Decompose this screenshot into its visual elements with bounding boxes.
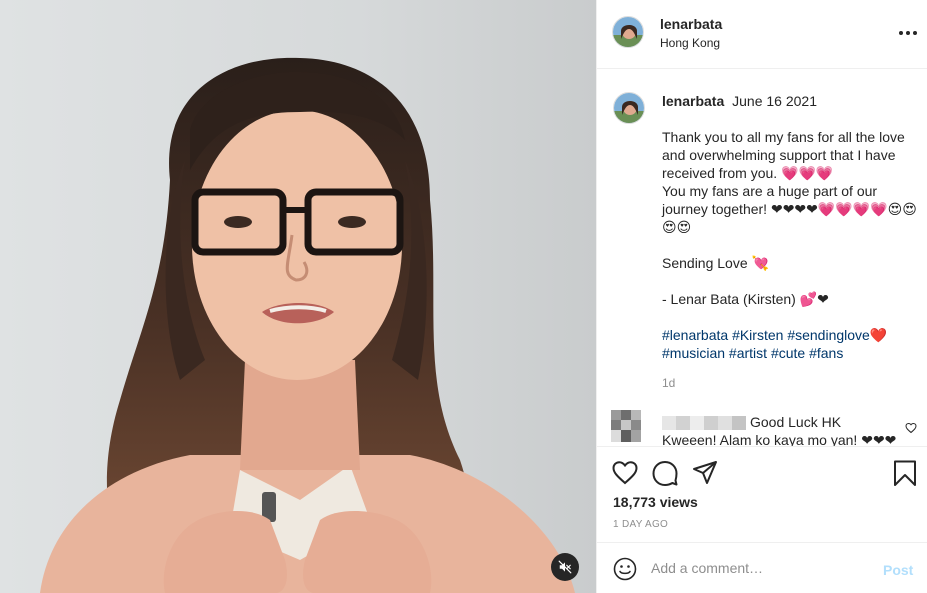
post-date: June 16 2021 (732, 93, 817, 109)
post-location[interactable]: Hong Kong (660, 36, 720, 50)
hashtag-list: #lenarbata #Kirsten #sendinglove❤️ #musi… (662, 326, 924, 362)
commenter-username-blurred[interactable] (662, 416, 746, 430)
comment-text-overflow: Kweeen! Alam ko kaya mo yan! ❤❤❤ (662, 432, 897, 446)
hashtag-link[interactable]: #sendinglove❤️ (787, 327, 887, 343)
smiley-icon[interactable] (613, 557, 637, 581)
hashtag-link[interactable]: #musician (662, 345, 725, 361)
hashtag-link[interactable]: #cute (771, 345, 805, 361)
video-frame (0, 0, 596, 593)
paper-plane-icon[interactable] (691, 459, 719, 487)
heart-icon[interactable] (611, 459, 639, 487)
view-count[interactable]: 18,773 views (613, 494, 698, 510)
hashtag-link[interactable]: #Kirsten (732, 327, 783, 343)
caption-username[interactable]: lenarbata (662, 93, 724, 109)
comment-like-heart-icon[interactable] (905, 422, 917, 434)
speaker-muted-icon (558, 560, 572, 574)
post-actions: 18,773 views 1 DAY AGO (597, 446, 927, 542)
caption-author-avatar[interactable] (613, 92, 645, 124)
caption-header: lenarbata June 16 2021 (662, 92, 924, 110)
add-comment-bar: Post (597, 542, 927, 593)
caption-line (662, 236, 924, 254)
caption-line: Sending Love 💘 (662, 255, 769, 271)
post-header: lenarbata Hong Kong (597, 0, 927, 69)
post-details-panel: lenarbata Hong Kong lenarbata June 16 20… (596, 0, 927, 593)
commenter-avatar-blurred[interactable] (611, 410, 641, 442)
caption-line (662, 272, 924, 290)
mute-toggle-button[interactable] (551, 553, 579, 581)
hashtag-link[interactable]: #fans (809, 345, 843, 361)
comment-text: Good Luck HK (750, 414, 842, 430)
comment-item: Good Luck HK Kweeen! Alam ko kaya mo yan… (597, 406, 927, 446)
comment-bubble-icon[interactable] (651, 459, 679, 487)
post-video[interactable] (0, 0, 596, 593)
caption-line: - Lenar Bata (Kirsten) 💕❤ (662, 291, 829, 307)
hashtag-link[interactable]: #artist (729, 345, 767, 361)
comment-input[interactable] (651, 557, 871, 579)
author-avatar[interactable] (612, 16, 644, 48)
post-caption: lenarbata June 16 2021 Thank you to all … (662, 92, 924, 362)
caption-line: Thank you to all my fans for all the lov… (662, 129, 909, 181)
hashtag-link[interactable]: #lenarbata (662, 327, 728, 343)
author-username[interactable]: lenarbata (660, 16, 722, 32)
caption-line: You my fans are a huge part of our journ… (662, 183, 917, 235)
bookmark-icon[interactable] (891, 459, 919, 487)
post-timestamp[interactable]: 1 DAY AGO (613, 519, 668, 530)
caption-time-ago: 1d (662, 376, 676, 390)
caption-line (662, 308, 924, 326)
more-horizontal-icon[interactable] (897, 22, 919, 44)
post-comment-button[interactable]: Post (883, 562, 913, 578)
